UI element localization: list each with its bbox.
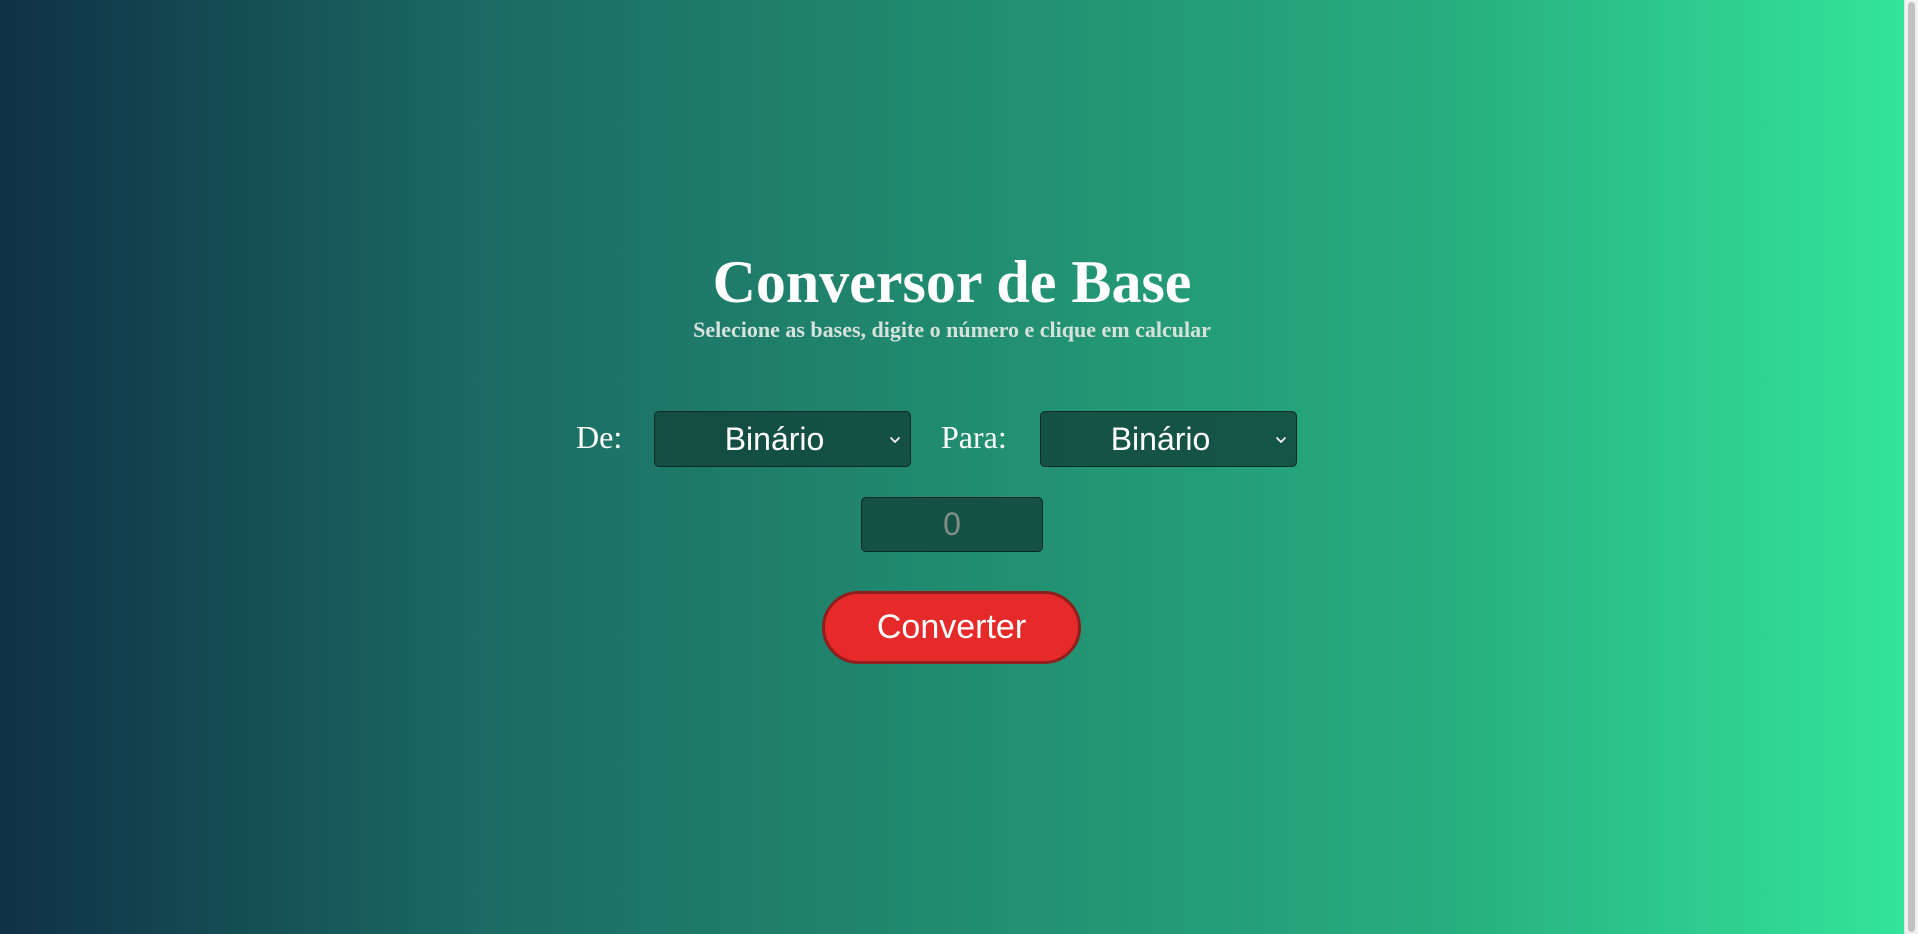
to-base-select[interactable]: Binário (1040, 411, 1297, 467)
page: Conversor de Base Selecione as bases, di… (0, 0, 1904, 934)
page-title: Conversor de Base (712, 249, 1192, 315)
chevron-down-icon (1276, 437, 1286, 443)
to-label: Para: (941, 419, 1007, 455)
from-base-select[interactable]: Binário (654, 411, 911, 467)
convert-button[interactable]: Converter (822, 591, 1081, 664)
vertical-scrollbar[interactable] (1904, 0, 1918, 934)
to-base-value: Binário (1110, 420, 1211, 457)
scrollbar-thumb[interactable] (1908, 2, 1915, 932)
from-label: De: (576, 419, 623, 455)
chevron-down-icon (890, 437, 900, 443)
from-base-value: Binário (724, 420, 825, 457)
number-input[interactable] (861, 497, 1043, 552)
page-subtitle: Selecione as bases, digite o número e cl… (693, 317, 1211, 342)
